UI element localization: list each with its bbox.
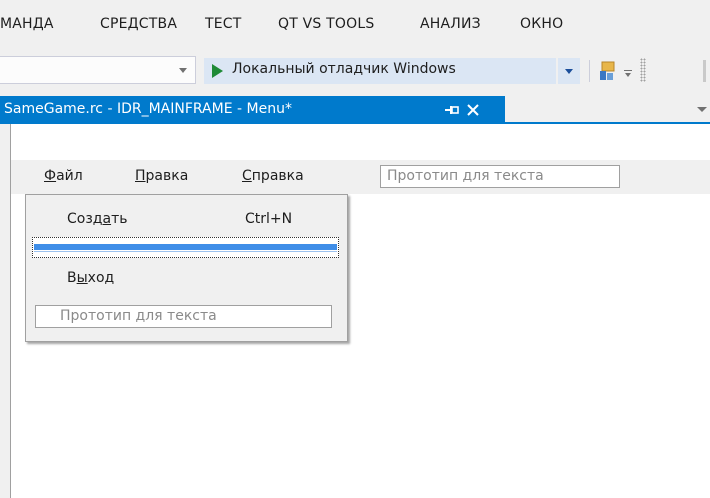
toolbar-edge (703, 60, 706, 82)
type-here-field[interactable]: Прототип для текста (380, 165, 620, 188)
start-debugging-button[interactable]: Локальный отладчик Windows (204, 58, 556, 84)
editor-left-margin (0, 124, 10, 498)
chevron-down-icon (179, 68, 187, 73)
item-mnemonic: П (135, 168, 146, 184)
main-menu-bar: МАНДА СРЕДСТВА ТЕСТ QT VS TOOLS АНАЛИЗ О… (0, 0, 710, 46)
item-mnemonic: Ф (44, 168, 57, 184)
chevron-down-icon[interactable] (624, 70, 632, 78)
file-popup-menu: Создать Ctrl+N Выход Прототип для текста (25, 194, 348, 342)
toolbar-separator (589, 60, 590, 82)
menu-tools[interactable]: СРЕДСТВА (100, 16, 177, 32)
item-text: Созд (67, 211, 103, 227)
menu-designer-bar: Файл Правка Справка Прототип для текста (11, 160, 710, 194)
item-mnemonic: а (102, 211, 112, 227)
menu-test[interactable]: ТЕСТ (205, 16, 242, 32)
menu-qt-vs-tools[interactable]: QT VS TOOLS (278, 16, 374, 32)
item-mnemonic: ы (76, 270, 88, 286)
selected-separator[interactable] (32, 237, 339, 258)
tab-overflow-chevron-down-icon[interactable] (697, 107, 707, 112)
designer-item-help[interactable]: Справка (242, 168, 304, 184)
designer-item-edit[interactable]: Правка (135, 168, 188, 184)
item-text: В (67, 270, 77, 286)
debugger-label: Локальный отладчик Windows (232, 61, 456, 77)
item-text: ть (111, 211, 128, 227)
shortcut-label: Ctrl+N (245, 211, 293, 227)
toolbar-grip[interactable] (640, 58, 646, 82)
pin-icon[interactable] (444, 103, 460, 117)
document-tab[interactable]: SameGame.rc - IDR_MAINFRAME - Menu* (0, 96, 505, 124)
menu-analyze[interactable]: АНАЛИЗ (420, 16, 481, 32)
close-icon[interactable] (466, 103, 480, 117)
popup-item-exit[interactable]: Выход (67, 270, 114, 286)
process-icon[interactable] (597, 60, 619, 82)
item-mnemonic: С (242, 168, 252, 184)
designer-item-file[interactable]: Файл (44, 168, 83, 184)
debugger-dropdown-button[interactable] (558, 58, 580, 84)
solution-config-combo[interactable] (0, 56, 196, 84)
type-here-field[interactable]: Прототип для текста (35, 305, 332, 328)
menu-window[interactable]: ОКНО (520, 16, 563, 32)
item-text: равка (145, 168, 189, 184)
chevron-down-icon (565, 69, 573, 74)
standard-toolbar: Локальный отладчик Windows (0, 46, 710, 96)
menu-command[interactable]: МАНДА (0, 16, 54, 32)
document-tab-strip: SameGame.rc - IDR_MAINFRAME - Menu* (0, 96, 710, 124)
document-tab-title: SameGame.rc - IDR_MAINFRAME - Menu* (4, 101, 292, 117)
popup-item-create[interactable]: Создать (67, 211, 127, 227)
item-text: ход (87, 270, 115, 286)
item-text: айл (56, 168, 83, 184)
separator-highlight (34, 244, 337, 250)
separator-highlight-edge (34, 251, 337, 252)
item-text: правка (251, 168, 304, 184)
play-icon (212, 64, 223, 78)
